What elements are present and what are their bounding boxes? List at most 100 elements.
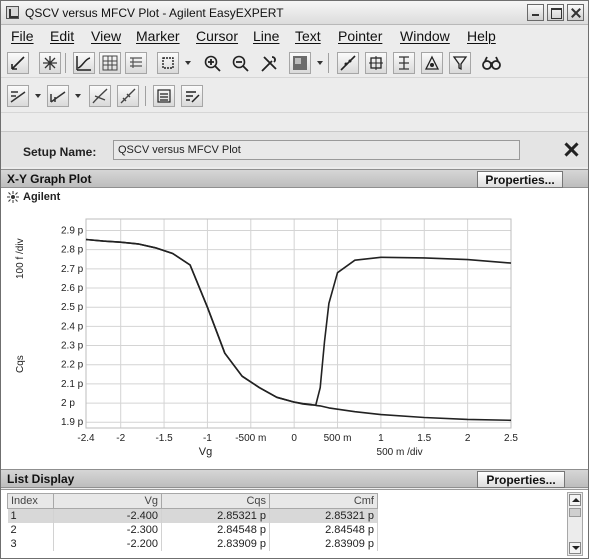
- cell-index: 2: [7, 522, 54, 537]
- line-mode-dropdown-icon[interactable]: [35, 94, 41, 98]
- marker-search-icon[interactable]: [393, 52, 415, 74]
- graph-area[interactable]: Agilent 2.9 p 2.8 p 2.7 p 2.6 p 2.5 p 2.4 p 2.…: [1, 188, 588, 469]
- secondary-toolbar: [1, 81, 588, 113]
- scroll-thumb[interactable]: [569, 508, 581, 517]
- cell-cmf: 2.85321 p: [269, 508, 378, 523]
- table-row[interactable]: 2 -2.300 2.84548 p 2.84548 p: [7, 522, 378, 537]
- cursor-filter-icon[interactable]: [449, 52, 471, 74]
- cell-index: 3: [7, 536, 54, 551]
- color-dropdown-icon[interactable]: [317, 61, 323, 65]
- close-icon[interactable]: [561, 140, 581, 160]
- x-tick-label: -2: [116, 433, 125, 444]
- line-mode-icon[interactable]: [7, 85, 29, 107]
- autoscale-icon[interactable]: [39, 52, 61, 74]
- annotate-icon[interactable]: [181, 85, 203, 107]
- x-tick-label: 2: [465, 433, 471, 444]
- y-tick-label: 2.5 p: [61, 302, 84, 313]
- menu-marker[interactable]: Marker: [136, 28, 180, 44]
- list-display: Index Vg Cqs Cmf 1 -2.400 2.85321 p 2.85…: [1, 489, 588, 558]
- column-header-cqs[interactable]: Cqs: [161, 493, 270, 509]
- cell-cqs: 2.84548 p: [161, 522, 270, 537]
- table-row[interactable]: 1 -2.400 2.85321 p 2.85321 p: [7, 508, 378, 523]
- close-window-button[interactable]: [567, 4, 584, 21]
- table-header-row: Index Vg Cqs Cmf: [7, 493, 378, 509]
- y-tick-label: 2.9 p: [61, 226, 84, 237]
- maximize-button[interactable]: [547, 4, 564, 21]
- grid-icon[interactable]: [99, 52, 121, 74]
- menu-help[interactable]: Help: [467, 28, 496, 44]
- column-header-vg[interactable]: Vg: [53, 493, 162, 509]
- zoom-in-icon[interactable]: [201, 52, 223, 74]
- app-window: QSCV versus MFCV Plot - Agilent EasyEXPE…: [0, 0, 589, 559]
- y-tick-label: 2.8 p: [61, 245, 84, 256]
- cell-vg: -2.200: [53, 536, 162, 551]
- column-header-index[interactable]: Index: [7, 493, 54, 509]
- cell-cqs: 2.85321 p: [161, 508, 270, 523]
- line-mode2-dropdown-icon[interactable]: [75, 94, 81, 98]
- scale-icon[interactable]: [7, 52, 29, 74]
- main-toolbar: [1, 48, 588, 78]
- menu-text[interactable]: Text: [295, 28, 321, 44]
- tools-icon[interactable]: [257, 52, 279, 74]
- cell-cmf: 2.84548 p: [269, 522, 378, 537]
- tangent-icon[interactable]: [89, 85, 111, 107]
- list-scrollbar[interactable]: [567, 492, 583, 556]
- app-icon: [6, 6, 19, 19]
- cell-vg: -2.300: [53, 522, 162, 537]
- line-mode2-icon[interactable]: [47, 85, 69, 107]
- cell-cqs: 2.83909 p: [161, 536, 270, 551]
- color-icon[interactable]: [289, 52, 311, 74]
- select-icon[interactable]: [157, 52, 179, 74]
- setup-name-field[interactable]: QSCV versus MFCV Plot: [113, 140, 520, 160]
- scroll-up-icon[interactable]: [569, 494, 581, 506]
- menu-line[interactable]: Line: [253, 28, 279, 44]
- cursor-icon[interactable]: [421, 52, 443, 74]
- x-axis-label: Vg: [199, 446, 212, 458]
- list-properties-button[interactable]: Properties...: [477, 471, 565, 488]
- y-tick-label: 1.9 p: [61, 417, 84, 428]
- graph-panel-header: X-Y Graph Plot Properties...: [1, 169, 588, 188]
- title-bar[interactable]: QSCV versus MFCV Plot - Agilent EasyEXPE…: [1, 1, 588, 25]
- data-icon[interactable]: [125, 52, 147, 74]
- cell-cmf: 2.83909 p: [269, 536, 378, 551]
- binoculars-icon[interactable]: [479, 52, 501, 74]
- setup-name-label: Setup Name:: [23, 145, 97, 159]
- x-div-label: 500 m /div: [377, 447, 423, 458]
- x-tick-label: 2.5: [504, 433, 518, 444]
- scroll-down-icon[interactable]: [569, 542, 581, 554]
- window-title: QSCV versus MFCV Plot - Agilent EasyEXPE…: [25, 6, 284, 20]
- y-tick-label: 2.6 p: [61, 283, 84, 294]
- toolbar-separator: [145, 86, 146, 106]
- menu-window[interactable]: Window: [400, 28, 450, 44]
- menu-edit[interactable]: Edit: [50, 28, 74, 44]
- column-header-cmf[interactable]: Cmf: [269, 493, 378, 509]
- xy-chart[interactable]: 2.9 p 2.8 p 2.7 p 2.6 p 2.5 p 2.4 p 2.3 p 2.2 p…: [1, 188, 588, 469]
- menu-cursor[interactable]: Cursor: [196, 28, 238, 44]
- marker-icon[interactable]: [365, 52, 387, 74]
- graph-panel-title: X-Y Graph Plot: [7, 172, 92, 186]
- y-div-label: 100 f /div: [15, 238, 26, 279]
- menu-view[interactable]: View: [91, 28, 121, 44]
- y-tick-label: 2.4 p: [61, 321, 84, 332]
- menu-file[interactable]: File: [11, 28, 34, 44]
- select-dropdown-icon[interactable]: [185, 61, 191, 65]
- table-row[interactable]: 3 -2.200 2.83909 p 2.83909 p: [7, 536, 378, 551]
- x-tick-label: -1: [203, 433, 212, 444]
- cell-index: 1: [7, 508, 54, 523]
- list-icon[interactable]: [153, 85, 175, 107]
- trace-icon[interactable]: [73, 52, 95, 74]
- regression-icon[interactable]: [117, 85, 139, 107]
- y-tick-label: 2.1 p: [61, 379, 84, 390]
- y-tick-label: 2.2 p: [61, 360, 84, 371]
- zoom-out-icon[interactable]: [229, 52, 251, 74]
- list-panel-header: List Display Properties...: [1, 469, 588, 488]
- x-tick-label: -500 m: [235, 433, 266, 444]
- graph-properties-button[interactable]: Properties...: [477, 171, 563, 188]
- minimize-button[interactable]: [527, 4, 544, 21]
- line-fit-icon[interactable]: [337, 52, 359, 74]
- y-tick-label: 2.3 p: [61, 341, 84, 352]
- series-line-2: [85, 238, 512, 422]
- plot-frame: [85, 218, 512, 429]
- x-tick-label: -1.5: [155, 433, 173, 444]
- menu-pointer[interactable]: Pointer: [338, 28, 382, 44]
